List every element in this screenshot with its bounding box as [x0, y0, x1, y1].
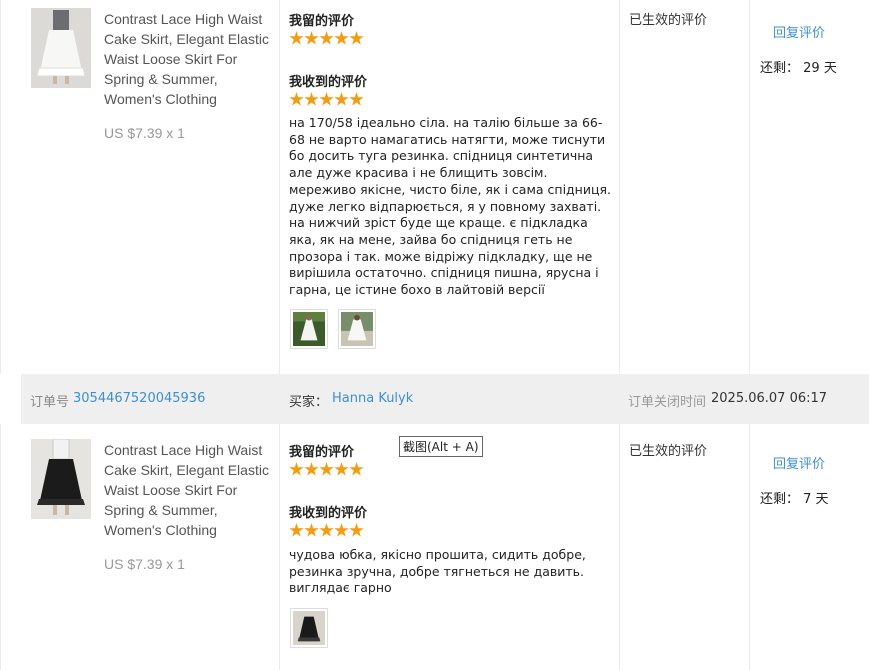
order-number-link[interactable]: 3054467520045936	[73, 391, 205, 406]
reply-review-link[interactable]: 回复评价	[773, 22, 825, 41]
star-icon	[334, 92, 349, 106]
star-icon	[304, 31, 319, 45]
my-rating-stars	[289, 31, 364, 47]
order-closed-label: 订单关闭时间	[628, 395, 707, 410]
received-review-label: 我收到的评价	[289, 506, 368, 521]
star-icon	[319, 92, 334, 106]
star-icon	[289, 523, 304, 537]
received-rating-stars	[289, 523, 364, 539]
remaining-label: 还剩：	[760, 61, 800, 76]
star-icon	[319, 523, 334, 537]
my-review-label: 我留的评价	[289, 14, 355, 29]
star-icon	[289, 92, 304, 106]
product-title[interactable]: Contrast Lace High Waist Cake Skirt, Ele…	[104, 9, 272, 109]
star-icon	[334, 31, 349, 45]
screenshot-tooltip: 截图(Alt + A)	[399, 436, 483, 457]
star-icon	[304, 92, 319, 106]
order-number-label: 订单号	[30, 395, 70, 410]
review-status: 已生效的评价	[629, 13, 708, 28]
order-closed-time: 2025.06.07 06:17	[711, 391, 828, 406]
received-review-label: 我收到的评价	[289, 75, 368, 90]
remaining-value: 7 天	[803, 492, 829, 507]
product-price: US $7.39 x 1	[104, 556, 185, 572]
reply-review-link[interactable]: 回复评价	[773, 453, 825, 472]
star-icon	[289, 462, 304, 476]
my-review-label: 我留的评价	[289, 445, 355, 460]
star-icon	[319, 462, 334, 476]
buyer-label: 买家：	[289, 395, 329, 410]
product-thumbnail[interactable]	[31, 439, 91, 519]
remaining-days: 还剩： 29 天	[760, 57, 837, 76]
product-thumbnail[interactable]	[31, 8, 91, 88]
my-rating-stars	[289, 462, 364, 478]
product-title[interactable]: Contrast Lace High Waist Cake Skirt, Ele…	[104, 440, 272, 540]
received-rating-stars	[289, 92, 364, 108]
remaining-value: 29 天	[803, 61, 837, 76]
star-icon	[334, 462, 349, 476]
star-icon	[319, 31, 334, 45]
review-photo[interactable]	[338, 309, 376, 349]
order-info-bar: 订单号 3054467520045936 买家： Hanna Kulyk 订单关…	[21, 374, 869, 424]
product-price: US $7.39 x 1	[104, 125, 185, 141]
star-icon	[349, 31, 364, 45]
remaining-days: 还剩： 7 天	[760, 488, 829, 507]
review-list: Contrast Lace High Waist Cake Skirt, Ele…	[0, 0, 869, 670]
review-status: 已生效的评价	[629, 444, 708, 459]
star-icon	[349, 462, 364, 476]
star-icon	[304, 462, 319, 476]
buyer-name-link[interactable]: Hanna Kulyk	[332, 391, 413, 406]
remaining-label: 还剩：	[760, 492, 800, 507]
star-icon	[349, 92, 364, 106]
review-photo[interactable]	[290, 608, 328, 648]
star-icon	[289, 31, 304, 45]
star-icon	[349, 523, 364, 537]
star-icon	[334, 523, 349, 537]
review-text: на 170/58 ідеально сіла. на талію більше…	[289, 115, 611, 298]
star-icon	[304, 523, 319, 537]
review-photo[interactable]	[290, 309, 328, 349]
review-text: чудова юбка, якісно прошита, сидить добр…	[289, 547, 586, 596]
